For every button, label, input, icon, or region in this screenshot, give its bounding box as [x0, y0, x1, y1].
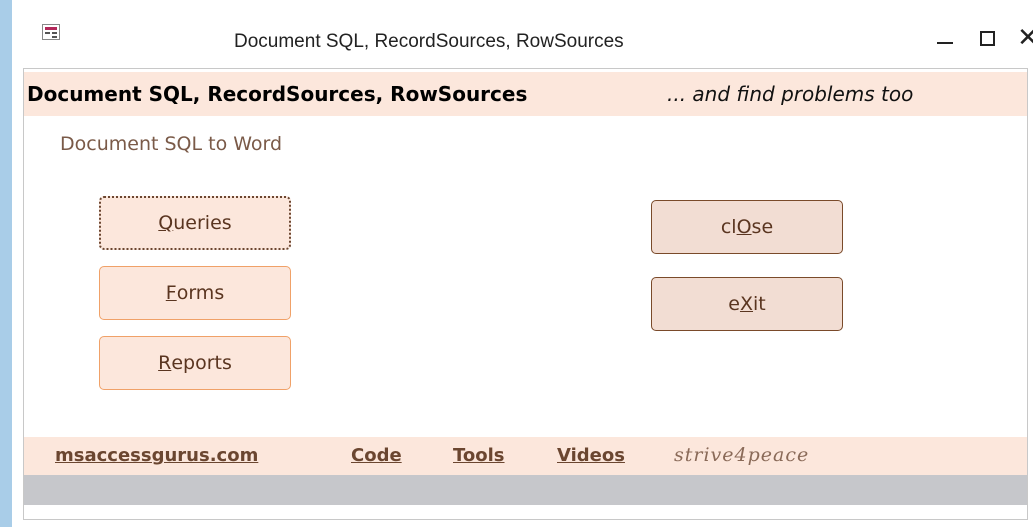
exit-label-pre: e	[728, 293, 740, 315]
reports-button[interactable]: Reports	[99, 336, 291, 390]
status-bar	[24, 475, 1027, 505]
form-icon[interactable]	[42, 24, 60, 40]
maximize-icon	[979, 30, 995, 46]
forms-accesskey: F	[165, 282, 177, 304]
close-label-post: se	[751, 216, 774, 238]
videos-link[interactable]: Videos	[557, 445, 625, 466]
form-footer: msaccessgurus.com Code Tools Videos stri…	[24, 437, 1027, 475]
exit-button[interactable]: e Xit	[651, 277, 843, 331]
close-icon: ✕	[1017, 23, 1033, 53]
exit-accesskey: X	[739, 293, 753, 315]
maximize-button[interactable]	[967, 18, 1007, 58]
close-window-button[interactable]: ✕	[1008, 18, 1033, 58]
close-button[interactable]: cl Ose	[651, 200, 843, 254]
queries-label-post: ueries	[173, 212, 232, 234]
minimize-icon	[937, 42, 953, 44]
reports-label-post: eports	[171, 352, 232, 374]
window-title: Document SQL, RecordSources, RowSources	[234, 31, 624, 52]
document-sql-form: Document SQL, RecordSources, RowSources …	[23, 68, 1028, 520]
title-bar[interactable]: Document SQL, RecordSources, RowSources …	[12, 0, 1033, 64]
close-label-pre: cl	[720, 216, 737, 238]
form-title: Document SQL, RecordSources, RowSources	[27, 82, 528, 106]
tools-link[interactable]: Tools	[453, 445, 505, 466]
minimize-button[interactable]	[925, 18, 965, 58]
form-subtitle: ... and find problems too	[667, 82, 914, 106]
reports-accesskey: R	[158, 352, 172, 374]
section-label: Document SQL to Word	[60, 133, 283, 155]
queries-accesskey: Q	[158, 212, 174, 234]
site-link[interactable]: msaccessgurus.com	[55, 445, 258, 466]
tagline-logo: strive4peace	[674, 444, 810, 466]
queries-button[interactable]: Queries	[99, 196, 291, 250]
forms-button[interactable]: Forms	[99, 266, 291, 320]
code-link[interactable]: Code	[351, 445, 402, 466]
app-window: Document SQL, RecordSources, RowSources …	[12, 0, 1033, 527]
forms-label-post: orms	[176, 282, 225, 304]
close-accesskey: O	[736, 216, 752, 238]
form-header: Document SQL, RecordSources, RowSources …	[24, 72, 1027, 116]
exit-label-post: it	[753, 293, 766, 315]
